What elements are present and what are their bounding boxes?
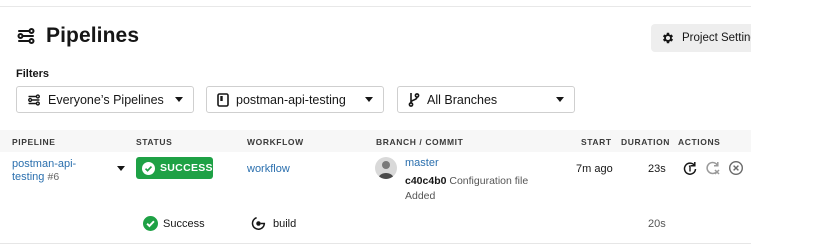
project-filter-value: postman-api-testing: [236, 92, 346, 107]
rerun-failed-icon[interactable]: [705, 160, 721, 176]
status-label: SUCCESS: [160, 162, 213, 174]
commit-sha[interactable]: c40c4b0: [405, 175, 446, 187]
avatar: [375, 157, 397, 179]
job-status-label: Success: [163, 217, 205, 230]
check-circle-icon: [142, 161, 155, 175]
col-branch-commit: BRANCH / COMMIT: [376, 137, 464, 147]
page-header: Pipelines: [16, 24, 139, 48]
pipeline-number: #6: [47, 171, 60, 183]
cancel-icon[interactable]: [728, 160, 744, 176]
duration: 23s: [648, 163, 666, 175]
project-settings-label: Project Settings: [682, 32, 751, 44]
page-title: Pipelines: [46, 24, 140, 47]
chevron-down-icon: [175, 97, 183, 102]
chevron-down-icon: [556, 97, 564, 102]
status-badge[interactable]: SUCCESS: [136, 157, 213, 179]
pipeline-name-link[interactable]: postman-api-testing #6: [12, 158, 84, 184]
col-actions: ACTIONS: [678, 137, 721, 147]
branch-filter-dropdown[interactable]: All Branches: [397, 86, 575, 113]
start-time: 7m ago: [576, 163, 613, 175]
pipeline-name: postman-api-testing: [12, 158, 77, 183]
branch-filter-value: All Branches: [427, 92, 498, 107]
repo-icon: [217, 92, 229, 107]
commit-info: c40c4b0 Configuration file Added: [405, 174, 545, 204]
project-settings-button[interactable]: Project Settings: [651, 24, 751, 52]
branch-link[interactable]: master: [405, 157, 439, 169]
col-start: START: [581, 137, 612, 147]
row-divider: [0, 243, 751, 244]
chevron-down-icon: [365, 97, 373, 102]
col-pipeline: PIPELINE: [12, 137, 56, 147]
project-filter-dropdown[interactable]: postman-api-testing: [206, 86, 384, 113]
job-link[interactable]: build: [251, 216, 296, 231]
job-duration: 20s: [648, 218, 666, 230]
pipelines-icon: [28, 93, 40, 106]
top-divider: [0, 6, 751, 7]
branch-icon: [408, 93, 420, 107]
job-icon: [251, 216, 266, 230]
pipelines-icon: [16, 26, 36, 46]
job-name: build: [273, 217, 297, 230]
pipelines-filter-value: Everyone’s Pipelines: [48, 92, 164, 107]
filters-label: Filters: [16, 68, 50, 80]
col-workflow: WORKFLOW: [247, 137, 304, 147]
expand-row-toggle[interactable]: [117, 166, 125, 171]
rerun-icon[interactable]: [682, 160, 698, 176]
job-status: Success: [143, 216, 205, 231]
check-circle-icon: [143, 216, 158, 231]
workflow-link[interactable]: workflow: [247, 163, 290, 175]
gear-icon: [662, 32, 674, 44]
pipelines-filter-dropdown[interactable]: Everyone’s Pipelines: [16, 86, 194, 113]
col-duration: DURATION: [621, 137, 671, 147]
col-status: STATUS: [136, 137, 173, 147]
